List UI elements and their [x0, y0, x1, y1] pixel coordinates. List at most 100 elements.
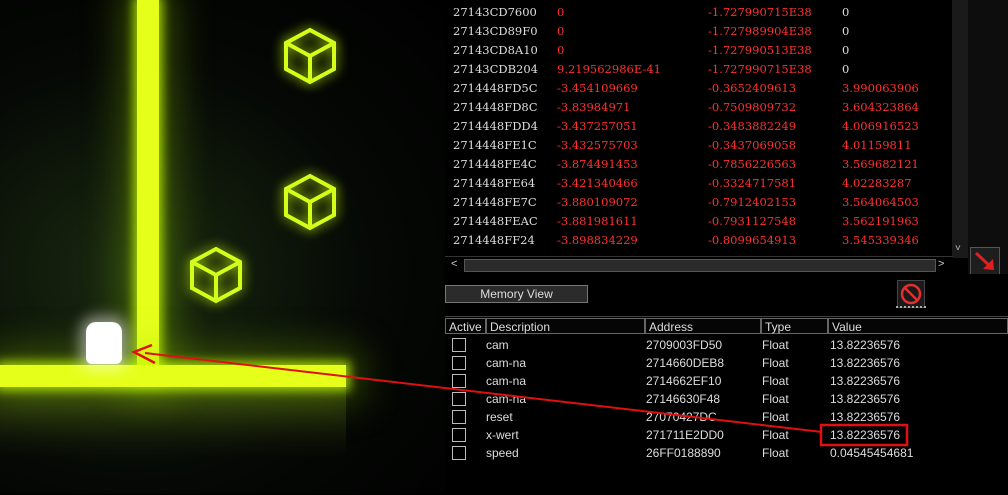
memory-value-3: 4.02283287	[842, 176, 912, 190]
row-type: Float	[762, 356, 789, 370]
table-row[interactable]: cam-na 2714662EF10 Float 13.82236576	[445, 372, 1008, 390]
memory-value-1: -3.874491453	[557, 157, 638, 171]
column-header-description[interactable]: Description	[486, 318, 645, 334]
neon-floor	[0, 365, 346, 387]
memory-address: 2714448FF24	[453, 233, 535, 247]
memory-address: 2714448FDD4	[453, 119, 538, 133]
memory-value-2: -0.3652409613	[708, 81, 797, 95]
table-row[interactable]: reset 27070427DC Float 13.82236576	[445, 408, 1008, 426]
memory-value-2: -0.7856226563	[708, 157, 797, 171]
memory-value-1: 0	[557, 24, 565, 38]
memory-view-list[interactable]: 27143CD7600 0 -1.727990715E38 0 27143CD89F0 0…	[445, 0, 968, 258]
table-row[interactable]: cam-na 2714660DEB8 Float 13.82236576	[445, 354, 1008, 372]
row-address: 26FF0188890	[646, 446, 721, 460]
horizontal-scroll-thumb[interactable]	[464, 259, 936, 272]
memory-value-2: -0.8099654913	[708, 233, 797, 247]
row-description: cam-na	[486, 374, 527, 388]
cube-icon	[284, 27, 336, 85]
table-row[interactable]: speed 26FF0188890 Float 0.04545454681	[445, 444, 1008, 462]
row-type: Float	[762, 446, 789, 460]
row-value: 13.82236576	[830, 428, 901, 442]
column-header-address[interactable]: Address	[645, 318, 761, 334]
row-description: reset	[486, 410, 513, 424]
memory-address: 2714448FEAC	[453, 214, 538, 228]
player-character	[86, 322, 122, 364]
memory-address: 2714448FE7C	[453, 195, 537, 209]
row-value: 13.82236576	[830, 410, 901, 424]
memory-address: 27143CDB204	[453, 62, 539, 76]
row-description: speed	[486, 446, 519, 460]
row-address: 2709003FD50	[646, 338, 723, 352]
row-value: 13.82236576	[830, 356, 901, 370]
memory-value-3: 0	[842, 24, 850, 38]
scroll-down-icon[interactable]: ˅	[955, 243, 961, 254]
memory-value-1: -3.421340466	[557, 176, 638, 190]
memory-address: 2714448FE1C	[453, 138, 537, 152]
row-address: 27070427DC	[646, 410, 717, 424]
row-type: Float	[762, 428, 789, 442]
memory-value-2: -0.7912402153	[708, 195, 797, 209]
row-description: x-wert	[486, 428, 519, 442]
memory-value-1: -3.898834229	[557, 233, 638, 247]
memory-value-3: 3.562191963	[842, 214, 919, 228]
memory-address: 27143CD89F0	[453, 24, 538, 38]
row-address: 27146630F48	[646, 392, 721, 406]
memory-value-3: 0	[842, 43, 850, 57]
memory-value-3: 3.564064503	[842, 195, 919, 209]
memory-value-1: 9.219562986E-41	[557, 62, 661, 76]
memory-value-3: 3.545339346	[842, 233, 919, 247]
row-description: cam-na	[486, 356, 527, 370]
table-row[interactable]: x-wert 271711E2DD0 Float 13.82236576	[445, 426, 1008, 444]
scroll-right-icon[interactable]: >	[938, 258, 944, 270]
memory-value-3: 3.990063906	[842, 81, 919, 95]
memory-address: 2714448FD5C	[453, 81, 538, 95]
memory-value-2: -1.727990513E38	[708, 43, 812, 57]
memory-value-1: 0	[557, 43, 565, 57]
table-row[interactable]: cam 2709003FD50 Float 13.82236576	[445, 336, 1008, 354]
column-header-active[interactable]: Active	[445, 318, 486, 334]
table-row[interactable]: cam-na 27146630F48 Float 13.82236576	[445, 390, 1008, 408]
memory-value-2: -1.727990715E38	[708, 5, 812, 19]
cube-icon	[190, 246, 242, 304]
column-header-value[interactable]: Value	[828, 318, 1008, 334]
row-value: 13.82236576	[830, 374, 901, 388]
scroll-left-icon[interactable]: <	[451, 258, 457, 270]
row-value: 13.82236576	[830, 338, 901, 352]
memory-value-1: -3.432575703	[557, 138, 638, 152]
memory-address: 27143CD8A10	[453, 43, 538, 57]
memory-value-2: -1.727990715E38	[708, 62, 812, 76]
memory-value-3: 4.01159811	[842, 138, 912, 152]
memory-address: 27143CD7600	[453, 5, 537, 19]
splitter-handle[interactable]	[896, 306, 926, 311]
memory-value-2: -0.3437069058	[708, 138, 797, 152]
game-viewport	[0, 0, 445, 494]
memory-view-vertical-scrollbar[interactable]	[952, 0, 968, 258]
memory-value-1: -3.881981611	[557, 214, 638, 228]
add-address-button[interactable]	[970, 247, 1000, 275]
row-type: Float	[762, 374, 789, 388]
memory-value-1: -3.880109072	[557, 195, 638, 209]
row-address: 2714662EF10	[646, 374, 722, 388]
memory-value-3: 0	[842, 5, 850, 19]
floor-glow	[0, 387, 346, 457]
memory-view-button[interactable]: Memory View	[445, 285, 588, 303]
row-type: Float	[762, 338, 789, 352]
row-description: cam	[486, 338, 509, 352]
memory-value-2: -0.7509809732	[708, 100, 797, 114]
neon-wall	[137, 0, 159, 378]
memory-value-2: -0.3483882249	[708, 119, 797, 133]
clear-list-button[interactable]	[897, 280, 925, 308]
memory-value-2: -0.3324717581	[708, 176, 797, 190]
memory-value-1: -3.83984971	[557, 100, 631, 114]
column-header-type[interactable]: Type	[761, 318, 828, 334]
memory-value-2: -0.7931127548	[708, 214, 797, 228]
memory-address: 2714448FD8C	[453, 100, 538, 114]
row-address: 2714660DEB8	[646, 356, 725, 370]
cube-icon	[284, 173, 336, 231]
row-type: Float	[762, 392, 789, 406]
memory-value-3: 3.569682121	[842, 157, 919, 171]
row-value: 0.04545454681	[830, 446, 914, 460]
memory-value-3: 0	[842, 62, 850, 76]
row-type: Float	[762, 410, 789, 424]
arrow-down-right-icon	[974, 251, 994, 270]
